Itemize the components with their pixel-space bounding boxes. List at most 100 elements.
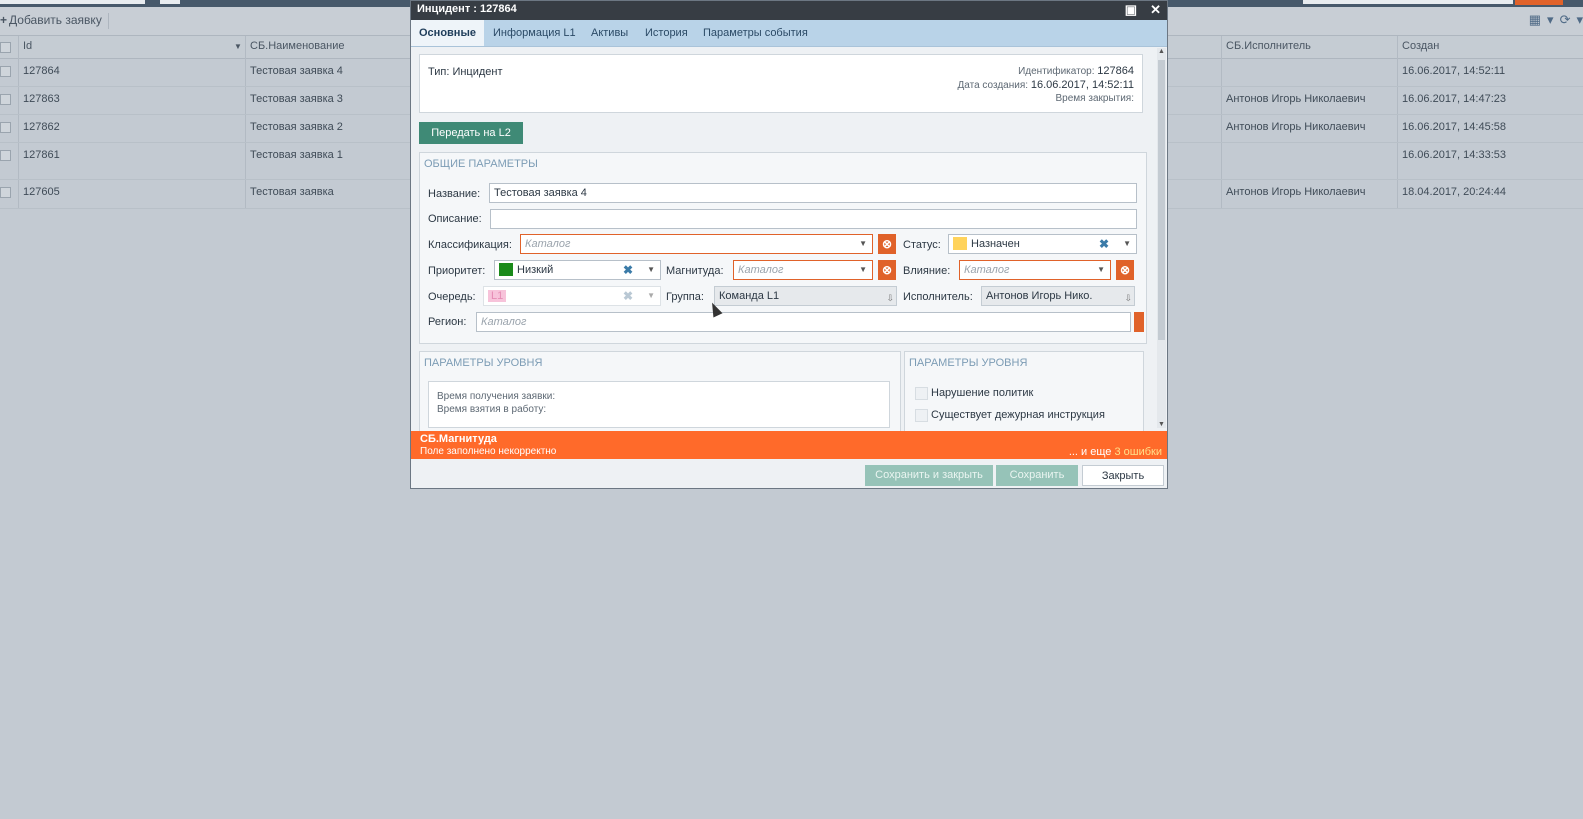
level-times-box: Время получения заявки: Время взятия в р… — [428, 381, 890, 428]
tab-assets[interactable]: Активы — [583, 20, 636, 46]
person-picker-icon[interactable]: ⇩ — [1124, 289, 1132, 307]
status-select[interactable]: Назначен ✖ ▼ — [948, 234, 1137, 254]
chevron-down-icon[interactable]: ▾ — [1547, 12, 1554, 28]
scrollbar-thumb[interactable] — [1158, 60, 1165, 340]
priority-select[interactable]: Низкий ✖ ▼ — [494, 260, 661, 280]
queue-value: L1 — [488, 290, 507, 302]
classification-select[interactable]: Каталог ▼ — [520, 234, 873, 254]
refresh-icon[interactable]: ⟳ — [1560, 12, 1571, 28]
clear-icon[interactable]: ✖ — [623, 287, 633, 305]
status-color-swatch — [953, 236, 967, 250]
row-checkbox[interactable] — [0, 66, 11, 77]
tab-main[interactable]: Основные — [411, 20, 484, 46]
chevron-down-icon[interactable]: ▼ — [1123, 235, 1131, 253]
dialog-titlebar[interactable]: Инцидент : 127864 ▣ ✕ — [411, 1, 1167, 20]
chevron-down-icon[interactable]: ▼ — [647, 287, 655, 305]
validation-error-bar[interactable]: СБ.Магнитуда Поле заполнено некорректно … — [411, 431, 1167, 459]
duty-instruction-label: Существует дежурная инструкция — [931, 409, 1105, 421]
row-checkbox[interactable] — [0, 122, 11, 133]
close-button[interactable]: Закрыть — [1082, 465, 1164, 486]
row-name: Тестовая заявка 3 — [250, 93, 343, 105]
tab-event-params[interactable]: Параметры события — [695, 20, 816, 46]
row-executor: Антонов Игорь Николаевич — [1226, 121, 1366, 133]
row-id: 127863 — [23, 93, 60, 105]
general-params-section: ОБЩИЕ ПАРАМЕТРЫ Название: Тестовая заявк… — [419, 152, 1147, 344]
error-icon[interactable] — [1134, 312, 1144, 332]
column-created[interactable]: Создан — [1402, 40, 1439, 52]
dialog-tabs: Основные Информация L1 Активы История Па… — [411, 20, 1167, 47]
maximize-icon[interactable]: ▣ — [1125, 1, 1137, 18]
chevron-down-icon[interactable]: ▼ — [859, 235, 867, 253]
row-name: Тестовая заявка 2 — [250, 121, 343, 133]
error-icon[interactable]: ⊗ — [878, 260, 896, 280]
region-select[interactable]: Каталог — [476, 312, 1131, 332]
error-icon[interactable]: ⊗ — [878, 234, 896, 254]
impact-label: Влияние: — [903, 265, 951, 277]
add-request-button[interactable]: + Добавить заявку — [0, 13, 109, 29]
executor-field[interactable]: Антонов Игорь Нико. ⇩ — [981, 286, 1135, 306]
row-name: Тестовая заявка 4 — [250, 65, 343, 77]
row-name: Тестовая заявка 1 — [250, 149, 343, 161]
save-button[interactable]: Сохранить — [996, 465, 1078, 486]
classification-label: Классификация: — [428, 239, 512, 251]
row-executor: Антонов Игорь Николаевич — [1226, 186, 1366, 198]
priority-color-swatch — [499, 262, 513, 276]
column-name[interactable]: СБ.Наименование — [250, 40, 344, 52]
priority-value: Низкий — [517, 264, 554, 276]
close-icon[interactable]: ✕ — [1150, 1, 1161, 18]
group-field[interactable]: Команда L1 ⇩ — [714, 286, 897, 306]
error-field-name: СБ.Магнитуда — [420, 433, 497, 445]
name-field[interactable]: Тестовая заявка 4 — [489, 183, 1137, 203]
more-errors-count: 3 ошибки — [1114, 446, 1162, 458]
top-bar-field[interactable] — [0, 0, 145, 4]
row-checkbox[interactable] — [0, 94, 11, 105]
clear-icon[interactable]: ✖ — [1099, 235, 1109, 253]
plus-icon: + — [0, 13, 8, 27]
queue-select[interactable]: L1 ✖ ▼ — [483, 286, 661, 306]
clear-icon[interactable]: ✖ — [623, 261, 633, 279]
chevron-down-icon[interactable]: ▼ — [1097, 261, 1105, 279]
columns-icon[interactable]: ▦ — [1529, 12, 1541, 28]
taken-time-label: Время взятия в работу: — [437, 404, 547, 415]
identifier-value: 127864 — [1097, 65, 1134, 77]
person-picker-icon[interactable]: ⇩ — [886, 289, 894, 307]
dialog-scrollbar[interactable]: ▲ ▼ — [1157, 48, 1166, 428]
scroll-down-icon[interactable]: ▼ — [1158, 421, 1165, 428]
add-request-label: Добавить заявку — [9, 13, 102, 27]
impact-select[interactable]: Каталог ▼ — [959, 260, 1111, 280]
chevron-down-icon[interactable]: ▾ — [1576, 12, 1583, 28]
top-bar-search[interactable] — [1303, 0, 1513, 4]
top-bar-control[interactable] — [160, 0, 180, 4]
policy-violation-checkbox[interactable] — [915, 387, 928, 400]
dialog-title: Инцидент : 127864 — [417, 3, 517, 15]
tab-info-l1[interactable]: Информация L1 — [485, 20, 584, 46]
column-executor[interactable]: СБ.Исполнитель — [1226, 40, 1311, 52]
sort-icon[interactable]: ▼ — [234, 42, 242, 51]
transfer-l2-button[interactable]: Передать на L2 — [419, 122, 523, 144]
more-errors[interactable]: ... и еще 3 ошибки — [1069, 446, 1162, 458]
row-id: 127605 — [23, 186, 60, 198]
duty-instruction-checkbox[interactable] — [915, 409, 928, 422]
chevron-down-icon[interactable]: ▼ — [859, 261, 867, 279]
column-id[interactable]: Id — [23, 40, 32, 52]
group-label: Группа: — [666, 291, 704, 303]
section-title: ОБЩИЕ ПАРАМЕТРЫ — [424, 158, 538, 170]
classification-placeholder: Каталог — [525, 238, 571, 250]
identifier: Идентификатор: 127864 — [1018, 65, 1134, 77]
policy-violation-label: Нарушение политик — [931, 387, 1034, 399]
impact-placeholder: Каталог — [964, 264, 1010, 276]
select-all-checkbox[interactable] — [0, 42, 11, 53]
tab-history[interactable]: История — [637, 20, 696, 46]
description-field[interactable] — [490, 209, 1137, 229]
error-icon[interactable]: ⊗ — [1116, 260, 1134, 280]
chevron-down-icon[interactable]: ▼ — [647, 261, 655, 279]
scroll-up-icon[interactable]: ▲ — [1158, 48, 1165, 55]
row-checkbox[interactable] — [0, 150, 11, 161]
created-value: 16.06.2017, 14:52:11 — [1030, 79, 1134, 91]
identifier-label: Идентификатор: — [1018, 66, 1095, 77]
save-and-close-button[interactable]: Сохранить и закрыть — [865, 465, 993, 486]
magnitude-select[interactable]: Каталог ▼ — [733, 260, 873, 280]
description-label: Описание: — [428, 213, 482, 225]
row-checkbox[interactable] — [0, 187, 11, 198]
name-label: Название: — [428, 188, 481, 200]
